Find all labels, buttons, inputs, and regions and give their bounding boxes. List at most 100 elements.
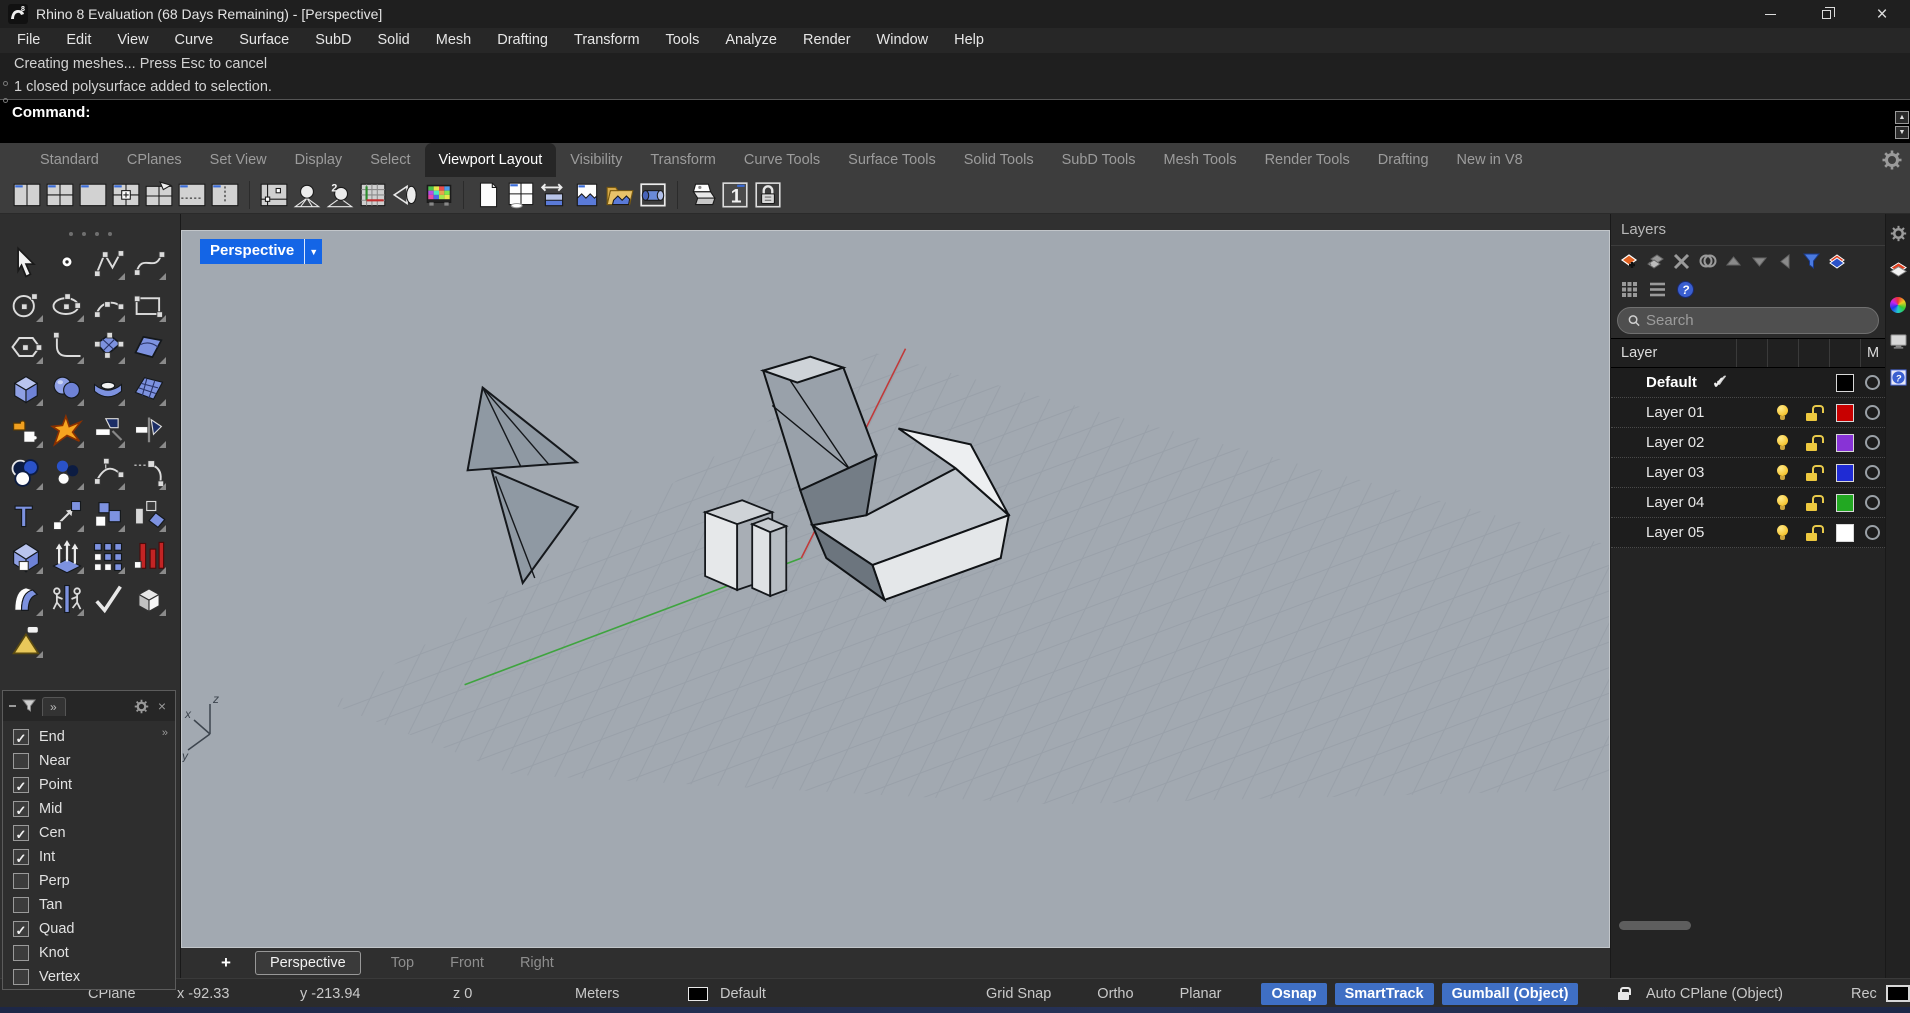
delete-layer-icon[interactable]: [1672, 252, 1691, 271]
layer-name[interactable]: Layer 01: [1646, 404, 1704, 421]
collapse-icon[interactable]: [9, 705, 16, 707]
layer-unlock-icon[interactable]: [1806, 435, 1821, 451]
ribbon-tab[interactable]: Viewport Layout: [425, 143, 557, 177]
layer-color-swatch[interactable]: [1836, 524, 1854, 542]
ribbon-tab[interactable]: New in V8: [1443, 143, 1537, 177]
osnap-checkbox[interactable]: [13, 825, 29, 841]
page-edit-icon[interactable]: [572, 181, 602, 209]
menu-item[interactable]: Curve: [162, 28, 227, 53]
block-tools-icon[interactable]: [8, 413, 44, 449]
menu-item[interactable]: Help: [941, 28, 997, 53]
layer-row[interactable]: Layer 02: [1611, 428, 1885, 458]
record-history-box[interactable]: [1886, 979, 1910, 1008]
ribbon-tab[interactable]: Transform: [636, 143, 730, 177]
osnap-checkbox[interactable]: [13, 801, 29, 817]
osnap-checkbox[interactable]: [13, 729, 29, 745]
column-header-color[interactable]: [1829, 339, 1860, 367]
control-point-curve-tool-icon[interactable]: [90, 245, 126, 281]
point-tool-icon[interactable]: [49, 245, 85, 281]
page-number-1-icon[interactable]: 1: [720, 181, 750, 209]
menu-item[interactable]: Edit: [53, 28, 104, 53]
osnap-option[interactable]: Cen: [13, 821, 175, 845]
layer-material-circle[interactable]: [1865, 405, 1880, 420]
viewport-tab[interactable]: Perspective: [255, 951, 361, 975]
split-vertical-icon[interactable]: [210, 181, 240, 209]
restore-button[interactable]: [1798, 0, 1854, 28]
layer-name[interactable]: Layer 02: [1646, 434, 1704, 451]
osnap-checkbox[interactable]: [13, 945, 29, 961]
menu-item[interactable]: Transform: [561, 28, 653, 53]
menu-item[interactable]: View: [104, 28, 161, 53]
layer-name[interactable]: Default: [1646, 374, 1697, 391]
menu-item[interactable]: Render: [790, 28, 864, 53]
arc-tool-icon[interactable]: [90, 287, 126, 323]
horizontal-scrollbar[interactable]: [1619, 921, 1691, 930]
wireframe-polysurface[interactable]: [468, 388, 578, 583]
layer-unlock-icon[interactable]: [1806, 465, 1821, 481]
clipping-plane-tool-icon[interactable]: [131, 539, 167, 575]
move-layer-up-icon[interactable]: [1724, 252, 1743, 271]
perspective-viewport[interactable]: Perspective ▼ z x y: [181, 230, 1610, 948]
ribbon-tab[interactable]: Visibility: [556, 143, 636, 177]
osnap-checkbox[interactable]: [13, 921, 29, 937]
status-toggle[interactable]: Gumball (Object): [1442, 983, 1579, 1005]
osnap-option[interactable]: Knot: [13, 941, 175, 965]
column-header-material[interactable]: M: [1860, 339, 1885, 367]
menu-item[interactable]: Tools: [653, 28, 713, 53]
menu-item[interactable]: Analyze: [712, 28, 790, 53]
layer-material-circle[interactable]: [1865, 435, 1880, 450]
ribbon-tab[interactable]: Surface Tools: [834, 143, 950, 177]
interpolate-curve-tool-icon[interactable]: [131, 245, 167, 281]
column-header-layer[interactable]: Layer: [1611, 339, 1736, 367]
osnap-checkbox[interactable]: [13, 849, 29, 865]
adjust-curve-tool-icon[interactable]: [90, 455, 126, 491]
explode-tool-icon[interactable]: [49, 413, 85, 449]
current-layer-swatch[interactable]: [688, 979, 708, 1008]
layer-color-swatch[interactable]: [1836, 404, 1854, 422]
close-panel-icon[interactable]: ×: [155, 698, 169, 714]
close-button[interactable]: ×: [1854, 0, 1910, 28]
layer-row[interactable]: Layer 04: [1611, 488, 1885, 518]
layer-visibility-bulb-icon[interactable]: [1777, 495, 1789, 511]
layer-material-circle[interactable]: [1865, 525, 1880, 540]
menu-item[interactable]: SubD: [302, 28, 364, 53]
layer-visibility-bulb-icon[interactable]: [1777, 405, 1789, 421]
column-header-current[interactable]: [1736, 339, 1767, 367]
menu-item[interactable]: Drafting: [484, 28, 561, 53]
menu-item[interactable]: Surface: [226, 28, 302, 53]
point-cloud-tool-icon[interactable]: [49, 455, 85, 491]
sphere-tool-icon[interactable]: [49, 371, 85, 407]
column-header-lock[interactable]: [1798, 339, 1829, 367]
move-layer-parent-icon[interactable]: [1776, 252, 1795, 271]
status-toggle[interactable]: Planar: [1174, 983, 1228, 1005]
ribbon-tab[interactable]: SubD Tools: [1048, 143, 1150, 177]
select-tool-icon[interactable]: [8, 245, 44, 281]
split-horizontal-icon[interactable]: [177, 181, 207, 209]
trim-tool-icon[interactable]: [90, 413, 126, 449]
menu-item[interactable]: File: [4, 28, 53, 53]
layer-color-swatch[interactable]: [1836, 464, 1854, 482]
layer-row[interactable]: Default: [1611, 368, 1885, 398]
layer-material-circle[interactable]: [1865, 495, 1880, 510]
osnap-checkbox[interactable]: [13, 753, 29, 769]
array-tool-icon[interactable]: [90, 539, 126, 575]
grab-pyramid-tool-icon[interactable]: [8, 623, 44, 659]
named-views-color-grid-icon[interactable]: [424, 181, 454, 209]
list-overflow-chevrons[interactable]: »: [162, 727, 169, 739]
new-page-icon[interactable]: [473, 181, 503, 209]
box-edit-tool-icon[interactable]: [131, 581, 167, 617]
osnap-option[interactable]: Vertex: [13, 965, 175, 989]
solid-union-tool-icon[interactable]: [8, 539, 44, 575]
layer-unlock-icon[interactable]: [1806, 405, 1821, 421]
box-tool-icon[interactable]: [8, 371, 44, 407]
filter-funnel-icon[interactable]: [22, 699, 36, 713]
column-header-on[interactable]: [1767, 339, 1798, 367]
status-toggle[interactable]: Ortho: [1091, 983, 1139, 1005]
layer-name[interactable]: Layer 03: [1646, 464, 1704, 481]
circle-tool-icon[interactable]: [8, 287, 44, 323]
display-monitor-icon[interactable]: [1889, 332, 1907, 350]
viewport-split-2-icon[interactable]: [12, 181, 42, 209]
viewport-title-dropdown[interactable]: Perspective ▼: [200, 239, 322, 264]
layer-color-swatch[interactable]: [1836, 434, 1854, 452]
help-icon[interactable]: ?: [1676, 280, 1695, 299]
